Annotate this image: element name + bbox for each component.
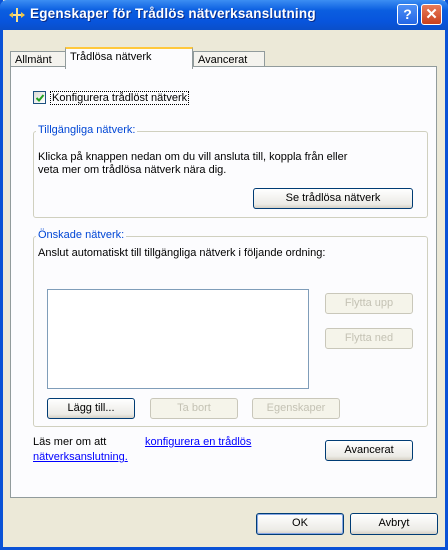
configure-wireless-checkbox[interactable] xyxy=(33,91,46,104)
preferred-networks-description: Anslut automatiskt till tillgängliga nät… xyxy=(38,247,326,259)
remove-network-button[interactable]: Ta bort xyxy=(150,398,238,419)
view-wireless-networks-button[interactable]: Se trådlösa nätverk xyxy=(253,188,413,209)
title-bar[interactable]: Egenskaper för Trådlös nätverksanslutnin… xyxy=(0,0,448,30)
ok-button[interactable]: OK xyxy=(256,513,344,535)
move-up-button[interactable]: Flytta upp xyxy=(325,293,413,314)
cancel-button[interactable]: Avbryt xyxy=(350,513,438,535)
available-networks-description-2: veta mer om trådlösa nätverk nära dig. xyxy=(38,164,227,176)
network-connection-icon xyxy=(9,8,25,22)
preferred-networks-list[interactable] xyxy=(47,289,309,389)
configure-wireless-link-1[interactable]: konfigurera en trådlös xyxy=(145,436,251,448)
available-networks-description-1: Klicka på knappen nedan om du vill anslu… xyxy=(38,151,348,163)
checkmark-icon xyxy=(35,94,45,102)
add-network-button[interactable]: Lägg till... xyxy=(47,398,135,419)
close-button[interactable]: ✕ xyxy=(421,4,442,25)
move-down-button[interactable]: Flytta ned xyxy=(325,328,413,349)
configure-wireless-label[interactable]: Konfigurera trådlöst nätverk xyxy=(50,91,190,105)
network-properties-button[interactable]: Egenskaper xyxy=(252,398,340,419)
configure-wireless-link-2[interactable]: nätverksanslutning. xyxy=(33,451,128,463)
available-networks-legend: Tillgängliga nätverk: xyxy=(36,124,138,136)
learn-more-prefix: Läs mer om att xyxy=(33,436,107,448)
advanced-button[interactable]: Avancerat xyxy=(325,440,413,461)
help-button[interactable]: ? xyxy=(397,4,418,25)
window-title: Egenskaper för Trådlös nätverksanslutnin… xyxy=(30,6,316,21)
tab-wireless-networks[interactable]: Trådlösa nätverk xyxy=(65,47,193,69)
preferred-networks-legend: Önskade nätverk: xyxy=(36,229,127,241)
